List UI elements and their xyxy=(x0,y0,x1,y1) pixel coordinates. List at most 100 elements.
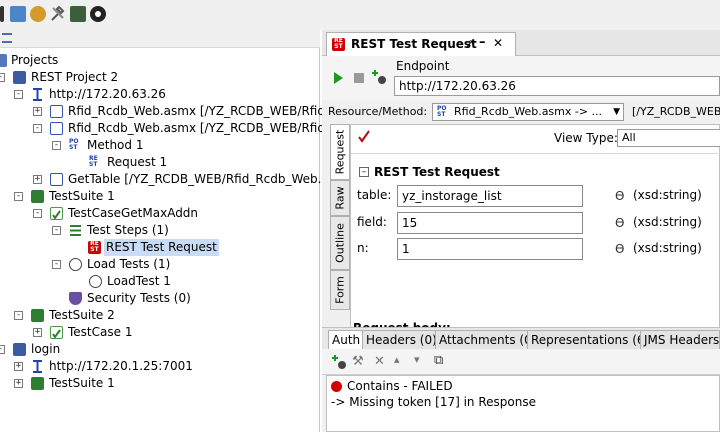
tree-item-testsuite[interactable]: + TestSuite 1 xyxy=(0,375,320,392)
collapse-toggle[interactable]: - xyxy=(33,124,42,133)
testsuite-icon xyxy=(31,309,44,322)
workspace-icon[interactable] xyxy=(10,6,26,22)
clone-icon[interactable]: ⧉ xyxy=(434,353,443,368)
collapse-toggle[interactable]: - xyxy=(0,345,5,354)
tree-item-login-project[interactable]: - login xyxy=(0,341,320,358)
section-collapse-icon[interactable]: – xyxy=(359,167,369,177)
tree-item-resource[interactable]: + Rfid_Rcdb_Web.asmx [/YZ_RCDB_WEB/Rfid_… xyxy=(0,103,339,120)
add-assertion-icon[interactable] xyxy=(332,354,348,370)
tree-label: TestSuite 1 xyxy=(49,376,115,390)
shield-icon xyxy=(69,292,82,305)
detach-icon[interactable]: ↗ xyxy=(465,37,474,50)
rest-request-icon: RE ST xyxy=(88,241,101,254)
tab-headers[interactable]: Headers (0) xyxy=(362,330,441,350)
method-icon: PO ST xyxy=(437,105,447,118)
tree-label: Rfid_Rcdb_Web.asmx [/YZ_RCDB_WEB/Rfid_R xyxy=(68,104,340,118)
tab-label: Auth xyxy=(332,333,361,347)
tree-item-testsuite[interactable]: - TestSuite 2 xyxy=(0,307,320,324)
tree-label: Security Tests (0) xyxy=(87,291,191,305)
collapse-toggle[interactable]: - xyxy=(33,209,42,218)
tab-representations[interactable]: Representations (6) xyxy=(527,330,654,350)
tree-item-testcase[interactable]: - TestCaseGetMaxAddn xyxy=(0,205,320,222)
tab-form[interactable]: Form xyxy=(330,270,350,310)
tab-request[interactable]: Request xyxy=(330,124,350,180)
tab-attachments[interactable]: Attachments (0) xyxy=(435,330,541,350)
request-bottom-tabs: Auth Headers (0) Attachments (0) Represe… xyxy=(322,327,720,350)
view-type-value: All xyxy=(622,131,636,144)
tab-raw[interactable]: Raw xyxy=(330,180,350,216)
preferences-icon[interactable] xyxy=(0,6,4,22)
tab-outline[interactable]: Outline xyxy=(330,216,350,270)
clear-icon[interactable]: ϴ xyxy=(615,242,624,256)
collapse-toggle[interactable]: - xyxy=(14,90,23,99)
service-icon xyxy=(31,88,44,101)
endpoint-label: Endpoint xyxy=(396,59,450,73)
tree-item-test-steps[interactable]: - Test Steps (1) xyxy=(0,222,320,239)
assertion-message: -> Missing token [17] in Response xyxy=(331,395,536,409)
assertion-log: Contains - FAILED -> Missing token [17] … xyxy=(326,375,720,432)
wrench-icon[interactable] xyxy=(50,5,66,22)
resource-select[interactable]: PO ST Rfid_Rcdb_Web.asmx -> ... ▼ xyxy=(432,103,624,121)
minimize-icon[interactable]: – xyxy=(479,35,486,50)
tree-item-endpoint[interactable]: + http://172.20.1.25:7001 xyxy=(0,358,320,375)
expand-toggle[interactable]: + xyxy=(33,328,42,337)
settings-icon[interactable] xyxy=(90,6,106,22)
service-icon xyxy=(31,360,44,373)
remove-icon[interactable]: ✕ xyxy=(374,354,385,369)
list-view-icon[interactable] xyxy=(2,33,12,43)
endpoint-input[interactable]: http://172.20.63.26 xyxy=(394,76,720,96)
close-icon[interactable]: ✕ xyxy=(493,36,503,50)
param-name: n: xyxy=(357,241,369,255)
tab-label: JMS Headers xyxy=(644,333,720,347)
param-input[interactable]: 15 xyxy=(397,212,583,234)
main-toolbar xyxy=(0,0,720,30)
tree-item-resource[interactable]: - Rfid_Rcdb_Web.asmx [/YZ_RCDB_WEB/Rfid_… xyxy=(0,120,339,137)
collapse-toggle[interactable]: - xyxy=(14,311,23,320)
tab-auth[interactable]: Auth xyxy=(328,330,365,350)
tab-rest-test-request[interactable]: RE ST REST Test Request ↗ – ✕ xyxy=(326,32,516,56)
run-icon[interactable] xyxy=(334,72,343,84)
expand-toggle[interactable]: + xyxy=(14,362,23,371)
validate-icon[interactable] xyxy=(357,129,371,143)
tree-item-resource[interactable]: + GetTable [/YZ_RCDB_WEB/Rfid_Rcdb_Web.a… xyxy=(0,171,335,188)
resource-icon xyxy=(50,173,63,186)
tree-item-rest-test-request[interactable]: RE ST REST Test Request xyxy=(0,239,320,256)
tree-item-method[interactable]: - PO ST Method 1 xyxy=(0,137,320,154)
assertion-status[interactable]: Contains - FAILED xyxy=(347,379,453,393)
tools-icon[interactable] xyxy=(30,6,46,22)
param-input[interactable]: 1 xyxy=(397,238,583,260)
clear-icon[interactable]: ϴ xyxy=(615,189,624,203)
testsuite-icon xyxy=(31,190,44,203)
tree-item-loadtest[interactable]: LoadTest 1 xyxy=(0,273,320,290)
tab-jms-headers[interactable]: JMS Headers xyxy=(640,330,720,350)
expand-toggle[interactable]: + xyxy=(14,379,23,388)
tree-item-rest-project[interactable]: - REST Project 2 xyxy=(0,69,320,86)
tree-item-testcase[interactable]: + TestCase 1 xyxy=(0,324,320,341)
param-input[interactable]: yz_instorage_list xyxy=(397,185,583,207)
chevron-down-icon[interactable]: ▼ xyxy=(613,104,620,120)
param-name: field: xyxy=(357,215,387,229)
tree-item-endpoint[interactable]: - http://172.20.63.26 xyxy=(0,86,320,103)
collapse-toggle[interactable]: - xyxy=(14,192,23,201)
tree-root-projects[interactable]: Projects xyxy=(0,52,320,69)
configure-icon[interactable]: ⚒ xyxy=(352,354,364,369)
tree-item-security-tests[interactable]: Security Tests (0) xyxy=(0,290,320,307)
monitor-icon[interactable] xyxy=(70,6,86,22)
move-down-icon[interactable]: ▾ xyxy=(414,353,420,366)
move-up-icon[interactable]: ▴ xyxy=(394,353,400,366)
collapse-toggle[interactable]: - xyxy=(0,73,5,82)
expand-toggle[interactable]: + xyxy=(33,107,42,116)
collapse-toggle[interactable]: - xyxy=(52,226,61,235)
clear-icon[interactable]: ϴ xyxy=(615,216,624,230)
view-type-select[interactable]: All xyxy=(617,129,720,147)
expand-toggle[interactable]: + xyxy=(33,175,42,184)
collapse-toggle[interactable]: - xyxy=(52,141,61,150)
stop-icon[interactable] xyxy=(354,73,364,83)
tab-label: Outline xyxy=(333,223,347,263)
add-assertion-icon[interactable] xyxy=(372,69,388,85)
tree-item-request[interactable]: RE ST Request 1 xyxy=(0,154,320,171)
tree-item-testsuite[interactable]: - TestSuite 1 xyxy=(0,188,320,205)
tree-item-load-tests[interactable]: - Load Tests (1) xyxy=(0,256,320,273)
tree-label: TestCaseGetMaxAddn xyxy=(68,206,199,220)
collapse-toggle[interactable]: - xyxy=(52,260,61,269)
